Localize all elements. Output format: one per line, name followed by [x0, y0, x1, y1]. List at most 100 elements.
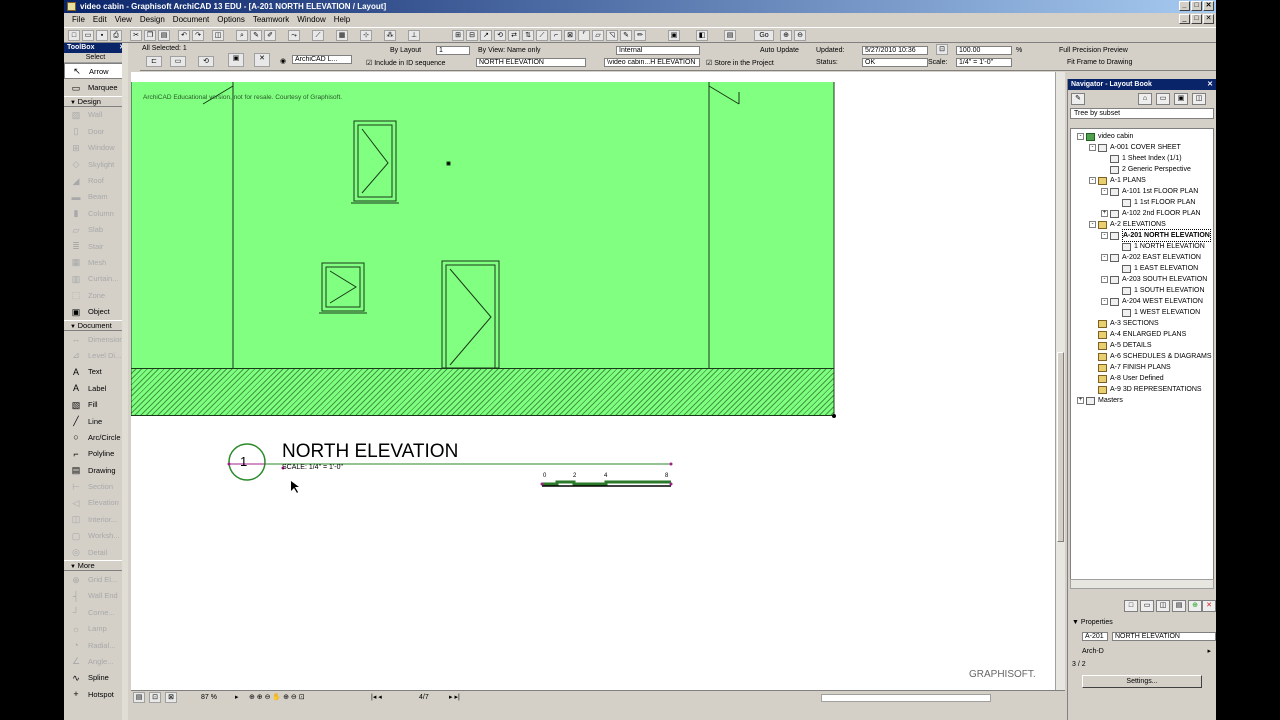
frame-icon[interactable]: ▭: [170, 56, 186, 67]
rotate-drawing-icon[interactable]: ⟲: [198, 56, 214, 67]
menu-edit[interactable]: Edit: [89, 13, 111, 26]
toolbox-scrollbar[interactable]: [122, 43, 128, 720]
tool-level-di[interactable]: ⊿ Level Di...: [64, 347, 127, 363]
tree-node[interactable]: - A-203 SOUTH ELEVATION: [1101, 274, 1207, 285]
tool-radial[interactable]: ◔ Radial...: [64, 637, 127, 653]
menu-view[interactable]: View: [111, 13, 136, 26]
collapse-icon[interactable]: -: [1101, 254, 1108, 261]
tree-node[interactable]: - A-204 WEST ELEVATION: [1101, 296, 1203, 307]
properties-header[interactable]: ▼ Properties: [1072, 619, 1113, 626]
tool-window[interactable]: ⊞ Window: [64, 140, 127, 156]
tool-spline[interactable]: ∿ Spline: [64, 670, 127, 686]
elevate-icon[interactable]: ⇅: [522, 30, 534, 41]
tool-label[interactable]: A Label: [64, 380, 127, 396]
tool-wall[interactable]: ▨ Wall: [64, 107, 127, 123]
layout-view-icon[interactable]: ▤: [724, 30, 736, 41]
project-map-icon[interactable]: ⌂: [1138, 93, 1152, 105]
prop-size-row[interactable]: Arch-D ▸: [1072, 647, 1213, 657]
fillet-icon[interactable]: ⌜: [578, 30, 590, 41]
tool-skylight[interactable]: ◇ Skylight: [64, 156, 127, 172]
open-icon[interactable]: ▭: [82, 30, 94, 41]
view-name-field[interactable]: NORTH ELEVATION: [476, 58, 586, 67]
tool-marquee[interactable]: ▭ Marquee: [64, 79, 127, 95]
group-document[interactable]: Document: [64, 319, 127, 331]
expand-icon[interactable]: +: [1077, 397, 1084, 404]
zoom-frame-icon[interactable]: ⊡: [936, 44, 948, 55]
drawing-tool-icon[interactable]: ⊏: [146, 56, 162, 67]
find-icon[interactable]: ⌕: [236, 30, 248, 41]
tool-elevation[interactable]: ◁ Elevation: [64, 495, 127, 511]
group-icon[interactable]: ⊞: [452, 30, 464, 41]
zoom-field[interactable]: 100.00: [956, 46, 1012, 55]
tool-section[interactable]: ⊢ Section: [64, 478, 127, 494]
close-icon[interactable]: ✕: [1207, 79, 1213, 90]
tool-interior[interactable]: ◫ Interior...: [64, 511, 127, 527]
border-icon[interactable]: ▣: [228, 53, 244, 67]
publisher-sets-icon[interactable]: ◫: [1192, 93, 1206, 105]
tree-node[interactable]: 1 WEST ELEVATION: [1113, 307, 1200, 318]
full-precision-button[interactable]: Full Precision Preview: [1059, 47, 1128, 54]
tool-lamp[interactable]: ☼ Lamp: [64, 621, 127, 637]
tool-detail[interactable]: ◎ Detail: [64, 544, 127, 560]
magic-wand-icon[interactable]: ⁂: [384, 30, 396, 41]
tree-node[interactable]: - A-201 NORTH ELEVATION: [1101, 229, 1211, 242]
resize-icon[interactable]: ◹: [606, 30, 618, 41]
canvas-vertical-scrollbar[interactable]: [1055, 72, 1065, 690]
layout-icon[interactable]: ▤: [133, 692, 145, 703]
tree-node[interactable]: 1 SOUTH ELEVATION: [1113, 285, 1205, 296]
cross-icon[interactable]: ✕: [254, 53, 270, 67]
tool-object[interactable]: ▣ Object: [64, 303, 127, 319]
collapse-icon[interactable]: -: [1101, 188, 1108, 195]
tool-worksh[interactable]: ▢ Worksh...: [64, 528, 127, 544]
trace-icon[interactable]: ⤳: [288, 30, 300, 41]
toolbox-title[interactable]: ToolBox✕: [64, 43, 127, 53]
fit-frame-button[interactable]: Fit Frame to Drawing: [1067, 59, 1132, 66]
tool-wall-end[interactable]: ┤ Wall End: [64, 588, 127, 604]
syringe-icon[interactable]: ✐: [264, 30, 276, 41]
tree-node[interactable]: 1 NORTH ELEVATION: [1113, 241, 1205, 252]
cut-icon[interactable]: ✂: [130, 30, 142, 41]
page-next-icon[interactable]: ▸ ▸|: [449, 693, 460, 702]
save-icon[interactable]: ▪: [96, 30, 108, 41]
tool-dimension[interactable]: ↔ Dimension: [64, 331, 127, 347]
fit-icon[interactable]: ⊠: [165, 692, 177, 703]
prop-name-field[interactable]: NORTH ELEVATION: [1112, 632, 1216, 641]
drag-icon[interactable]: ↗: [480, 30, 492, 41]
navigator-title[interactable]: Navigator - Layout Book ✕: [1068, 79, 1216, 90]
prop-id-field[interactable]: A-201: [1082, 632, 1108, 641]
expand-icon[interactable]: +: [1101, 210, 1108, 217]
tool-arc-circle[interactable]: ○ Arc/Circle: [64, 429, 127, 445]
source-field[interactable]: Internal: [616, 46, 700, 55]
layout-tree[interactable]: - video cabin - A-001 COVER SHEET 1 Sheet In…: [1070, 128, 1214, 588]
id-field[interactable]: 1: [436, 46, 470, 55]
menu-design[interactable]: Design: [136, 13, 169, 26]
page-prev-icon[interactable]: |◂ ◂: [371, 693, 382, 702]
zoom-out-icon[interactable]: ⊖: [794, 30, 806, 41]
size-menu-icon[interactable]: ▸: [1207, 647, 1211, 657]
tool-zone[interactable]: ⬚ Zone: [64, 287, 127, 303]
redo-icon[interactable]: ↷: [192, 30, 204, 41]
eye-icon[interactable]: ◉: [280, 57, 286, 65]
tool-angle[interactable]: ∠ Angle...: [64, 653, 127, 669]
collapse-icon[interactable]: -: [1089, 177, 1096, 184]
layer-field[interactable]: ArchiCAD L...: [292, 55, 352, 64]
view-map-icon[interactable]: ▭: [1156, 93, 1170, 105]
tool-curtain[interactable]: ▥ Curtain...: [64, 271, 127, 287]
scale-field[interactable]: 1/4" = 1'-0": [956, 58, 1012, 67]
rotate-icon[interactable]: ⟲: [494, 30, 506, 41]
tree-horizontal-scrollbar[interactable]: [1070, 579, 1214, 589]
tree-node[interactable]: 2 Generic Perspective: [1101, 164, 1191, 175]
zoom-in-icon[interactable]: ⊕: [780, 30, 792, 41]
tool-door[interactable]: ▯ Door: [64, 123, 127, 139]
minimize-button[interactable]: _: [1179, 1, 1190, 11]
store-checkbox[interactable]: ☑ Store in the Project: [706, 59, 774, 67]
tool-line[interactable]: ╱ Line: [64, 413, 127, 429]
delete-icon[interactable]: ✕: [1202, 600, 1216, 612]
collapse-icon[interactable]: -: [1089, 144, 1096, 151]
tree-node[interactable]: 1 EAST ELEVATION: [1113, 263, 1198, 274]
collapse-icon[interactable]: -: [1101, 232, 1108, 239]
new-icon[interactable]: □: [68, 30, 80, 41]
refresh-icon[interactable]: ⊕: [1188, 600, 1202, 612]
zoom-view-icon[interactable]: ⊡: [149, 692, 161, 703]
collapse-icon[interactable]: -: [1101, 276, 1108, 283]
